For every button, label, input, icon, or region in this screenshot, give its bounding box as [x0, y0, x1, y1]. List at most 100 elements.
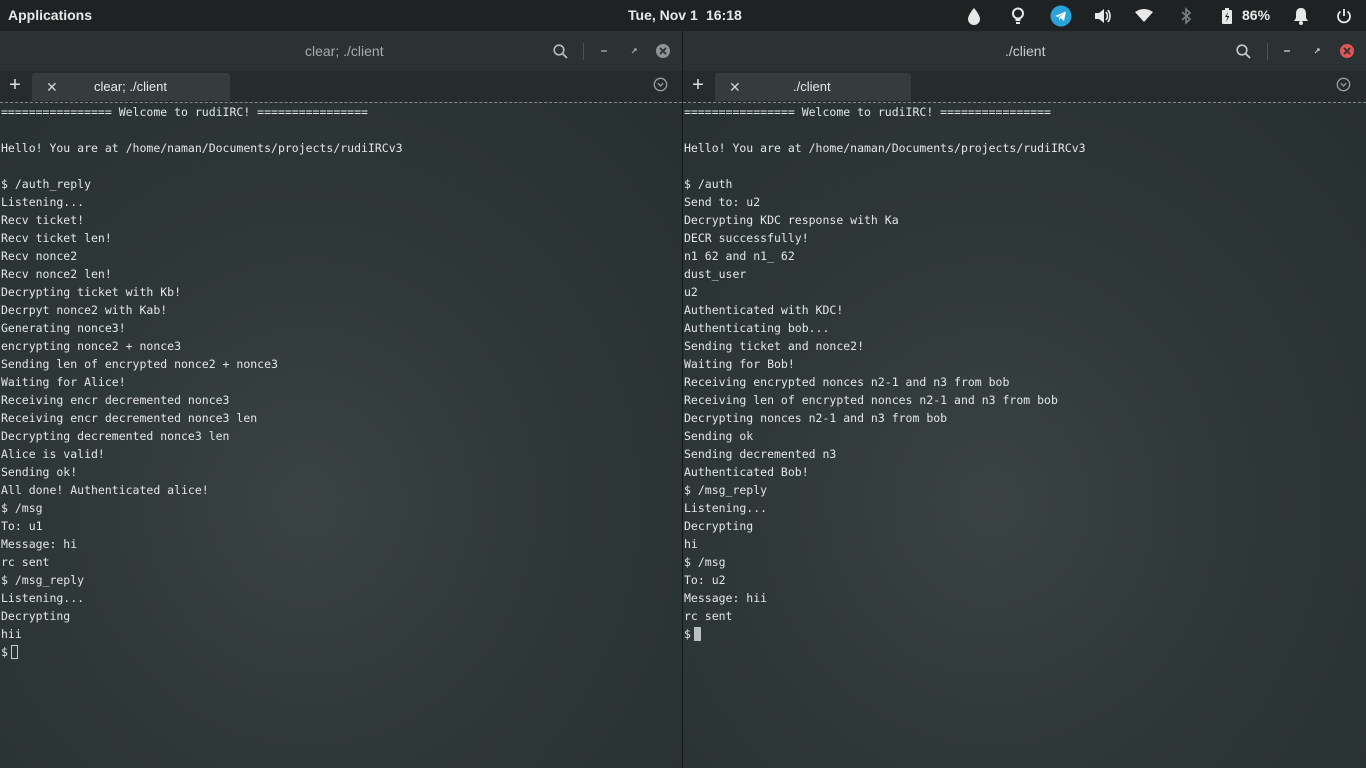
terminal-prompt[interactable]: $	[684, 625, 1086, 643]
terminal-line: Authenticated Bob!	[684, 465, 809, 479]
terminal-line: Listening...	[1, 195, 85, 209]
terminal-window-left[interactable]: clear; ./client + ✕ clear; ./client ====…	[0, 31, 682, 768]
volume-icon[interactable]	[1092, 0, 1114, 31]
battery-percent: 86%	[1242, 7, 1271, 23]
terminal-line: Receiving len of encrypted nonces n2-1 a…	[684, 393, 1058, 407]
power-icon[interactable]	[1333, 0, 1355, 31]
minimize-button[interactable]	[596, 31, 612, 71]
chevron-down-icon[interactable]	[1336, 77, 1351, 97]
terminal-line: $ /msg	[1, 501, 43, 515]
bell-icon[interactable]	[1290, 0, 1312, 31]
terminal-line: Hello! You are at /home/naman/Documents/…	[684, 141, 1086, 155]
terminal-line: Sending ticket and nonce2!	[684, 339, 865, 353]
battery-icon[interactable]	[1217, 0, 1237, 31]
close-icon[interactable]: ✕	[46, 79, 58, 96]
terminal-window-right[interactable]: ./client + ✕ ./client ================ W…	[683, 31, 1366, 768]
window-title: clear; ./client	[305, 43, 384, 59]
terminal-lines: ================ Welcome to rudiIRC! ===…	[684, 103, 1086, 643]
window-titlebar[interactable]: ./client	[683, 31, 1366, 71]
top-panel: Applications Tue, Nov 1 16:18 86%	[0, 0, 1366, 31]
maximize-button[interactable]	[626, 31, 642, 71]
terminal-line: Decrypting ticket with Kb!	[1, 285, 182, 299]
chevron-down-icon[interactable]	[653, 77, 668, 97]
new-tab-button[interactable]: +	[687, 74, 709, 96]
terminal-line: Decrypting	[684, 519, 754, 533]
wifi-icon[interactable]	[1133, 0, 1155, 31]
terminal-line: Waiting for Bob!	[684, 357, 795, 371]
terminal-output[interactable]: ================ Welcome to rudiIRC! ===…	[0, 102, 682, 768]
terminal-line: To: u2	[684, 573, 726, 587]
new-tab-button[interactable]: +	[4, 74, 26, 96]
clock-date[interactable]: Tue, Nov 1	[628, 7, 698, 23]
terminal-line: Recv nonce2	[1, 249, 78, 263]
tab-client[interactable]: ✕ clear; ./client	[32, 73, 230, 101]
droplet-icon[interactable]	[963, 0, 985, 31]
terminal-line: n1 62 and n1_ 62	[684, 249, 795, 263]
terminal-line: $ /msg	[684, 555, 726, 569]
text-cursor	[10, 645, 18, 659]
terminal-line: Send to: u2	[684, 195, 761, 209]
terminal-line: Waiting for Alice!	[1, 375, 126, 389]
terminal-line: DECR successfully!	[684, 231, 809, 245]
tab-bar: + ✕ clear; ./client	[0, 71, 682, 102]
terminal-prompt[interactable]: $	[1, 643, 403, 661]
terminal-line: Sending ok	[684, 429, 754, 443]
terminal-line: Decrypting nonces n2-1 and n3 from bob	[684, 411, 948, 425]
terminal-line: rc sent	[1, 555, 50, 569]
minimize-button[interactable]	[1279, 31, 1295, 71]
terminal-line: Alice is valid!	[1, 447, 105, 461]
terminal-lines: ================ Welcome to rudiIRC! ===…	[1, 103, 403, 661]
terminal-line: Hello! You are at /home/naman/Documents/…	[1, 141, 403, 155]
window-titlebar[interactable]: clear; ./client	[0, 31, 682, 71]
terminal-line: hii	[1, 627, 22, 641]
search-icon[interactable]	[550, 31, 570, 71]
search-icon[interactable]	[1233, 31, 1253, 71]
terminal-line: To: u1	[1, 519, 43, 533]
terminal-line: Sending decremented n3	[684, 447, 837, 461]
terminal-line: Decrypting KDC response with Ka	[684, 213, 899, 227]
lightbulb-icon[interactable]	[1007, 0, 1029, 31]
terminal-line: Message: hi	[1, 537, 78, 551]
terminal-line: $ /auth_reply	[1, 177, 92, 191]
tab-label: ./client	[793, 79, 831, 94]
applications-menu[interactable]: Applications	[8, 7, 92, 23]
maximize-button[interactable]	[1309, 31, 1325, 71]
terminal-line: $ /auth	[684, 177, 733, 191]
terminal-line: Recv ticket!	[1, 213, 85, 227]
terminal-line: All done! Authenticated alice!	[1, 483, 209, 497]
terminal-line: Decrypting	[1, 609, 71, 623]
telegram-icon[interactable]	[1049, 0, 1073, 31]
clock-time[interactable]: 16:18	[706, 7, 742, 23]
terminal-line: u2	[684, 285, 698, 299]
terminal-line: $ /msg_reply	[684, 483, 768, 497]
tab-label: clear; ./client	[94, 79, 167, 94]
tab-bar: + ✕ ./client	[683, 71, 1366, 102]
close-icon[interactable]: ✕	[729, 79, 741, 96]
terminal-line: Listening...	[684, 501, 768, 515]
terminal-line: encrypting nonce2 + nonce3	[1, 339, 182, 353]
tab-client[interactable]: ✕ ./client	[715, 73, 911, 101]
terminal-line: Message: hii	[684, 591, 768, 605]
close-window-button[interactable]	[1338, 31, 1356, 71]
terminal-line: Decrypting decremented nonce3 len	[1, 429, 230, 443]
text-cursor	[693, 627, 701, 641]
terminal-line: Sending ok!	[1, 465, 78, 479]
terminal-line: hi	[684, 537, 698, 551]
terminal-line: Sending len of encrypted nonce2 + nonce3	[1, 357, 278, 371]
terminal-line: Generating nonce3!	[1, 321, 126, 335]
terminal-line: Receiving encrypted nonces n2-1 and n3 f…	[684, 375, 1010, 389]
terminal-line: Decrpyt nonce2 with Kab!	[1, 303, 168, 317]
terminal-line: Recv nonce2 len!	[1, 267, 112, 281]
close-window-button[interactable]	[654, 31, 672, 71]
terminal-line: Authenticating bob...	[684, 321, 830, 335]
terminal-line: $ /msg_reply	[1, 573, 85, 587]
window-title: ./client	[1005, 43, 1046, 59]
terminal-line: Receiving encr decremented nonce3	[1, 393, 230, 407]
bluetooth-icon[interactable]	[1176, 0, 1196, 31]
terminal-line: ================ Welcome to rudiIRC! ===…	[1, 105, 368, 119]
terminal-output[interactable]: ================ Welcome to rudiIRC! ===…	[683, 102, 1366, 768]
